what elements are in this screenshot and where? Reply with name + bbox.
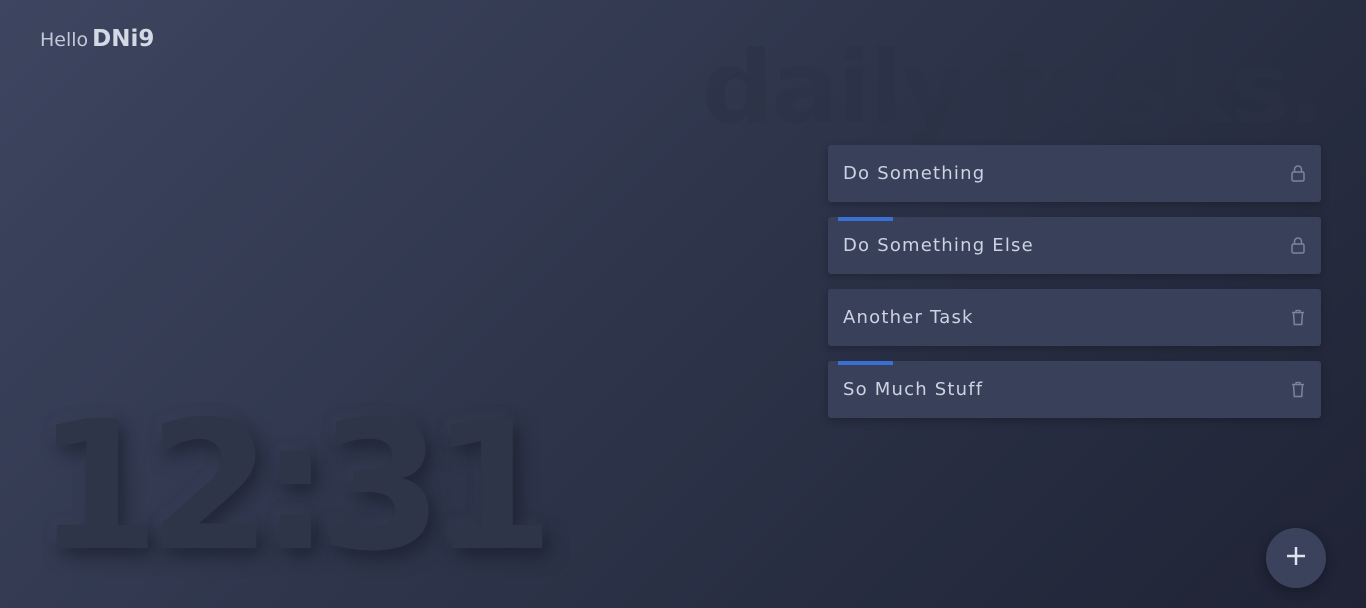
task-item[interactable]: Another Task <box>828 289 1321 346</box>
add-task-button[interactable] <box>1266 528 1326 588</box>
lock-icon[interactable] <box>1289 163 1307 183</box>
greeting: Hello DNi9 <box>40 26 154 52</box>
task-accent-bar <box>838 361 893 365</box>
task-list: Do Something Do Something Else Another T… <box>828 145 1321 433</box>
task-item[interactable]: Do Something Else <box>828 217 1321 274</box>
lock-icon[interactable] <box>1289 235 1307 255</box>
task-label: Do Something <box>843 163 986 184</box>
task-item[interactable]: Do Something <box>828 145 1321 202</box>
clock-display: 12:31 <box>36 383 555 590</box>
page-title: daily tasks. <box>701 29 1326 146</box>
greeting-prefix: Hello <box>40 29 89 51</box>
trash-icon[interactable] <box>1289 307 1307 327</box>
plus-icon <box>1285 545 1307 571</box>
task-label: Another Task <box>843 307 974 328</box>
username: DNi9 <box>92 26 155 52</box>
task-accent-bar <box>838 217 893 221</box>
task-label: Do Something Else <box>843 235 1034 256</box>
trash-icon[interactable] <box>1289 379 1307 399</box>
task-label: So Much Stuff <box>843 379 984 400</box>
task-item[interactable]: So Much Stuff <box>828 361 1321 418</box>
